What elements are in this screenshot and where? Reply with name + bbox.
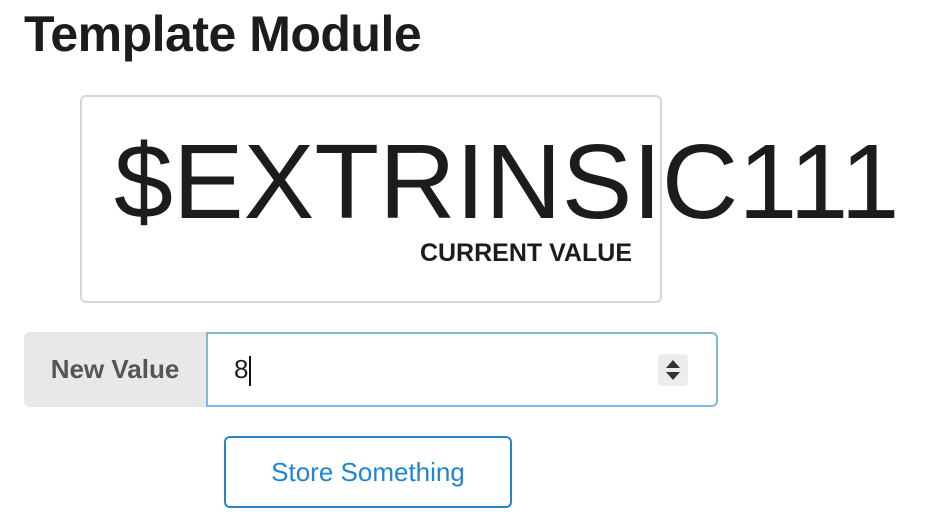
page: Template Module $EXTRINSIC111 CURRENT VA… bbox=[0, 0, 950, 518]
text-caret bbox=[249, 356, 251, 386]
statistic-value: $EXTRINSIC111 bbox=[114, 123, 900, 241]
statistic-card: $EXTRINSIC111 CURRENT VALUE bbox=[80, 95, 899, 303]
new-value-label: New Value bbox=[24, 332, 206, 407]
store-something-button[interactable]: Store Something bbox=[224, 436, 512, 508]
new-value-field[interactable] bbox=[206, 332, 718, 407]
stepper-down-icon[interactable] bbox=[666, 372, 680, 380]
page-title: Template Module bbox=[24, 6, 422, 62]
statistic-label: CURRENT VALUE bbox=[419, 239, 632, 267]
new-value-input-group: New Value bbox=[24, 332, 718, 407]
new-value-input[interactable] bbox=[234, 334, 654, 405]
number-stepper[interactable] bbox=[658, 354, 688, 386]
stepper-up-icon[interactable] bbox=[666, 360, 680, 368]
